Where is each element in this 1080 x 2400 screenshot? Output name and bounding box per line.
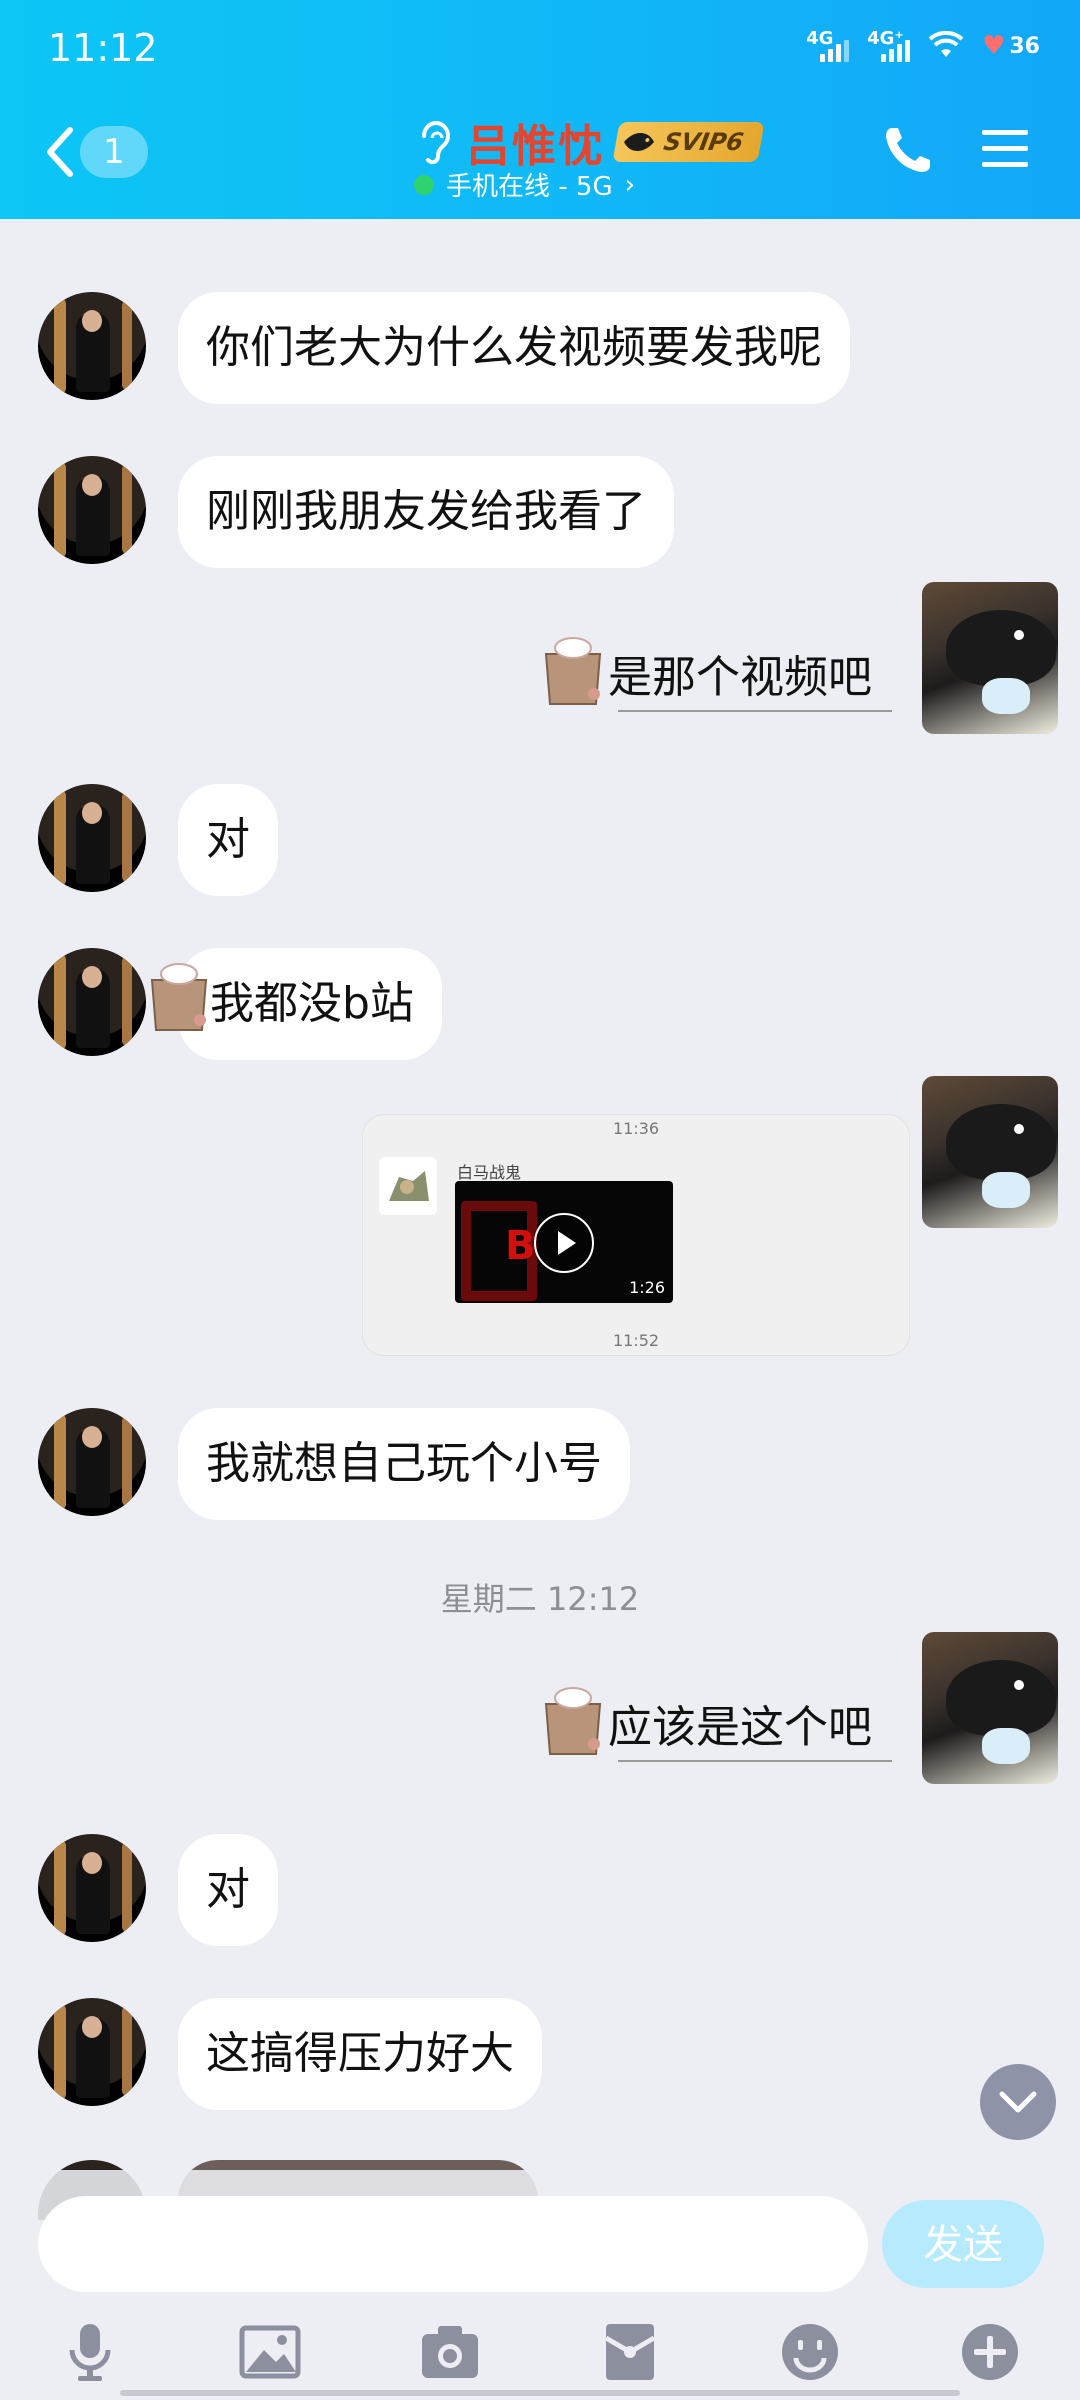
message-bubble[interactable]: 我就想自己玩个小号 xyxy=(178,1408,630,1520)
status-icons: 4G 4G⁺ ♥ 36 xyxy=(806,28,1040,62)
bag-sticker-icon xyxy=(544,637,602,705)
message-bubble[interactable]: 刚刚我朋友发给我看了 xyxy=(178,456,674,568)
signal-icon: 4G xyxy=(806,28,850,62)
contact-avatar[interactable] xyxy=(38,292,146,400)
emoji-button[interactable] xyxy=(778,2320,842,2384)
chevron-down-icon xyxy=(999,2091,1037,2113)
chat-screen: 11:12 4G 4G⁺ ♥ 36 1 吕惟忱 SVIP6 手机在线 - 5G … xyxy=(0,0,1080,2400)
wifi-icon xyxy=(928,31,964,57)
contact-avatar[interactable] xyxy=(38,784,146,892)
red-packet-button[interactable] xyxy=(598,2320,662,2384)
message-bubble[interactable]: 对 xyxy=(178,1834,278,1946)
chevron-right-icon: › xyxy=(624,169,636,200)
contact-avatar[interactable] xyxy=(38,1408,146,1516)
self-avatar[interactable] xyxy=(922,1076,1058,1228)
back-button[interactable] xyxy=(40,122,80,182)
plus-icon xyxy=(962,2324,1018,2380)
message-bubble[interactable]: 对 xyxy=(178,784,278,896)
online-status-text: 手机在线 - 5G xyxy=(446,172,613,202)
home-indicator xyxy=(120,2390,960,2396)
video-time-bottom: 11:52 xyxy=(612,1331,660,1350)
vip-badge: SVIP6 xyxy=(612,122,765,162)
unread-count-badge[interactable]: 1 xyxy=(80,126,148,178)
video-duration: 1:26 xyxy=(629,1278,665,1297)
contact-avatar[interactable] xyxy=(38,1998,146,2106)
image-icon xyxy=(239,2325,301,2379)
contact-avatar[interactable] xyxy=(38,1834,146,1942)
back-icon xyxy=(47,127,73,177)
contact-title[interactable]: 吕惟忱 SVIP6 xyxy=(414,110,765,174)
emoji-icon xyxy=(782,2324,838,2380)
scroll-to-bottom-button[interactable] xyxy=(980,2064,1056,2140)
camera-icon xyxy=(422,2326,478,2378)
contact-avatar[interactable] xyxy=(38,456,146,564)
voice-button[interactable] xyxy=(58,2320,122,2384)
date-divider: 星期二 12:12 xyxy=(440,1580,640,1618)
contact-avatar[interactable] xyxy=(38,948,146,1056)
image-button[interactable] xyxy=(238,2320,302,2384)
more-button[interactable] xyxy=(958,2320,1022,2384)
status-time: 11:12 xyxy=(48,26,158,70)
self-avatar[interactable] xyxy=(922,1632,1058,1784)
self-avatar[interactable] xyxy=(922,582,1058,734)
input-toolbar xyxy=(0,2320,1080,2390)
self-message-text[interactable]: 应该是这个吧 xyxy=(608,1698,892,1762)
heart-battery-icon: ♥ xyxy=(982,31,1006,61)
bag-sticker-icon xyxy=(544,1687,602,1755)
menu-button[interactable] xyxy=(980,126,1030,172)
menu-icon xyxy=(982,130,1028,167)
phone-call-button[interactable] xyxy=(882,124,934,176)
uploader-avatar xyxy=(379,1157,437,1215)
video-thumbnail[interactable]: B 1:26 xyxy=(455,1181,673,1303)
signal-icon: 4G⁺ xyxy=(867,28,911,62)
video-time-top: 11:36 xyxy=(612,1119,660,1138)
message-bubble[interactable]: 我都没b站 xyxy=(178,948,442,1060)
fish-icon xyxy=(624,133,654,151)
uploader-avatar-image xyxy=(379,1157,437,1215)
bag-sticker-icon xyxy=(150,963,208,1031)
self-message-text[interactable]: 是那个视频吧 xyxy=(608,648,892,712)
battery-indicator: ♥ 36 xyxy=(982,31,1040,61)
message-bubble[interactable]: 你们老大为什么发视频要发我呢 xyxy=(178,292,850,404)
play-icon[interactable] xyxy=(534,1213,594,1273)
online-dot xyxy=(414,174,434,195)
camera-button[interactable] xyxy=(418,2320,482,2384)
phone-icon xyxy=(886,128,930,172)
chat-header: 11:12 4G 4G⁺ ♥ 36 1 吕惟忱 SVIP6 手机在线 - 5G … xyxy=(0,0,1080,219)
input-bar: 发送 xyxy=(0,2170,1080,2400)
send-button[interactable]: 发送 xyxy=(882,2200,1044,2288)
shared-video-card[interactable]: 11:36 白马战鬼 B 1:26 11:52 xyxy=(362,1114,910,1356)
red-packet-icon xyxy=(604,2324,656,2380)
message-bubble[interactable]: 这搞得压力好大 xyxy=(178,1998,542,2110)
online-status[interactable]: 手机在线 - 5G › xyxy=(414,166,635,203)
message-input[interactable] xyxy=(38,2196,868,2292)
contact-name: 吕惟忱 xyxy=(466,121,604,172)
uploader-name: 白马战鬼 xyxy=(457,1163,522,1182)
microphone-icon xyxy=(69,2324,111,2381)
ear-icon xyxy=(422,121,451,165)
